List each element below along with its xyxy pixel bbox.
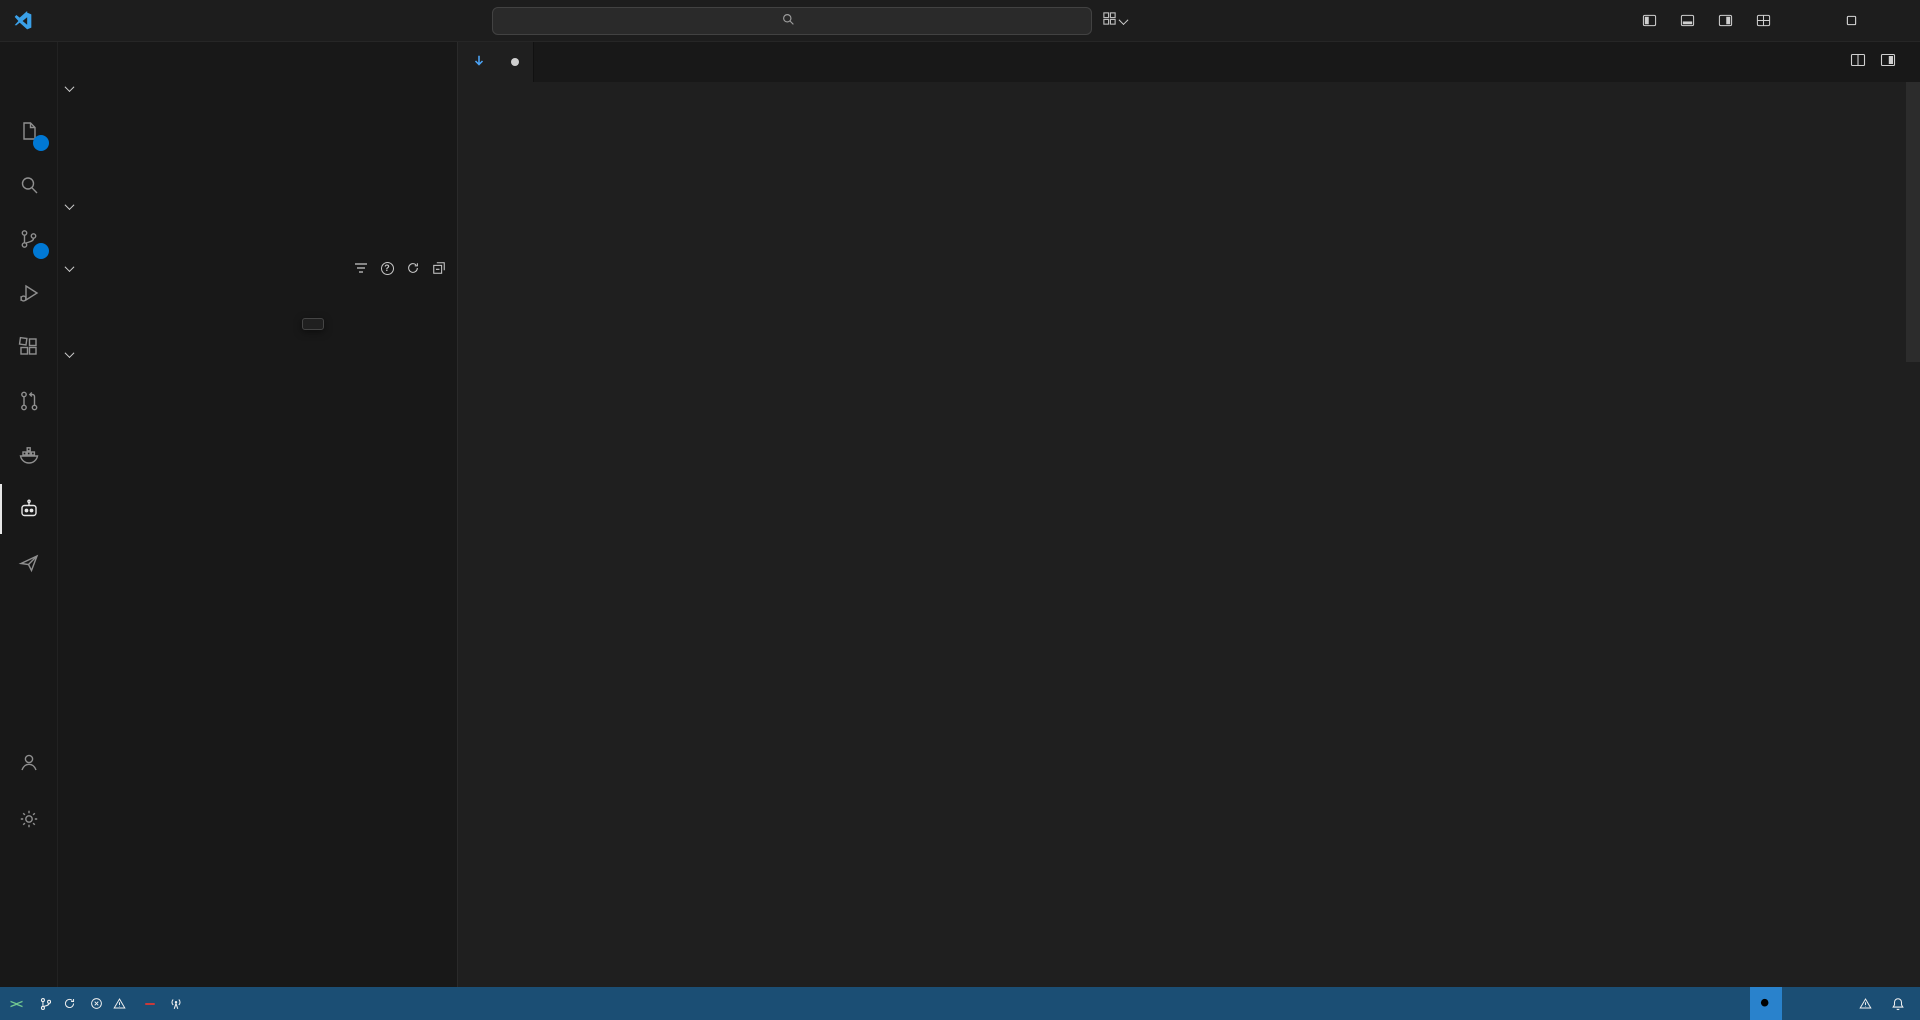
activity-extensions-icon[interactable]: [0, 322, 58, 372]
tab-untitled-1[interactable]: [458, 42, 534, 82]
workbench: ?: [0, 42, 1920, 987]
vscode-window: ?: [0, 0, 1920, 1020]
notifications-bell-icon[interactable]: [1884, 987, 1912, 1020]
warning-icon: [1859, 997, 1872, 1010]
language-mode[interactable]: [1838, 987, 1852, 1020]
vscode-logo-icon[interactable]: [10, 8, 36, 34]
filter-icon[interactable]: [351, 258, 371, 278]
profile-switcher[interactable]: [1102, 11, 1127, 31]
maximize-button[interactable]: [1828, 0, 1874, 41]
tab-bar: [458, 42, 1920, 82]
overview-ruler: [1906, 82, 1920, 987]
editor-body: [458, 82, 1920, 987]
search-icon: [782, 13, 795, 29]
status-bar: ><: [0, 987, 1920, 1020]
remote-indicator[interactable]: ><: [0, 997, 32, 1011]
back-arrow-icon[interactable]: [68, 19, 88, 23]
section-components[interactable]: [58, 76, 457, 100]
problems-badge-item[interactable]: [138, 987, 162, 1020]
problems-badge: [145, 1003, 155, 1005]
forward-arrow-icon[interactable]: [90, 19, 110, 23]
eol-sequence[interactable]: [1824, 987, 1838, 1020]
sync-icon: [63, 997, 76, 1010]
warning-icon: [113, 997, 126, 1010]
explorer-badge: [33, 135, 49, 151]
modified-dot-icon[interactable]: [511, 58, 519, 66]
editor-content[interactable]: [458, 84, 1850, 987]
activity-explorer-icon[interactable]: [0, 106, 58, 156]
sidebar-github-local-actions: ?: [58, 42, 458, 987]
cursor-position[interactable]: [1782, 987, 1796, 1020]
help-icon[interactable]: ?: [377, 258, 397, 278]
radio-tower-icon: [169, 997, 183, 1011]
activity-docker-icon[interactable]: [0, 430, 58, 480]
account-icon[interactable]: [0, 737, 58, 787]
collapse-all-icon[interactable]: [429, 258, 449, 278]
editor-group: [458, 42, 1920, 987]
settings-gear-icon[interactable]: [0, 794, 58, 844]
spell-checker-item[interactable]: [1852, 987, 1884, 1020]
chevron-down-icon: [65, 348, 75, 358]
command-center-search[interactable]: [492, 7, 1092, 35]
activity-run-debug-icon[interactable]: [0, 268, 58, 318]
activity-github-local-actions-icon[interactable]: [0, 484, 58, 534]
close-window-button[interactable]: [1874, 0, 1920, 41]
problems-item[interactable]: [83, 987, 138, 1020]
chevron-down-icon: [65, 82, 75, 92]
titlebar-right: [1630, 0, 1920, 41]
editor-actions: [1850, 42, 1910, 82]
menubar-more-button[interactable]: [46, 17, 66, 25]
activity-pull-requests-icon[interactable]: [0, 376, 58, 426]
section-history[interactable]: ?: [58, 256, 457, 280]
activity-deploy-icon[interactable]: [0, 538, 58, 588]
scrollbar[interactable]: [1906, 82, 1920, 362]
activity-bar: [0, 42, 58, 987]
log-file-icon: [472, 54, 486, 71]
section-workflows[interactable]: [58, 194, 457, 218]
section-settings[interactable]: [58, 342, 457, 366]
chevron-down-icon: [65, 262, 75, 272]
search-icon: [1759, 997, 1773, 1011]
view-output-tooltip: [302, 318, 324, 330]
toggle-layout-icon[interactable]: [1880, 52, 1896, 73]
customize-layout-icon[interactable]: [1744, 0, 1782, 41]
titlebar-left: [0, 8, 110, 34]
toggle-panel-icon[interactable]: [1668, 0, 1706, 41]
search-status-chip[interactable]: [1750, 987, 1782, 1020]
activity-search-icon[interactable]: [0, 160, 58, 210]
ports-item[interactable]: [162, 987, 195, 1020]
activity-source-control-icon[interactable]: [0, 214, 58, 264]
chevron-down-icon: [65, 200, 75, 210]
indentation[interactable]: [1796, 987, 1810, 1020]
toggle-secondary-sidebar-icon[interactable]: [1706, 0, 1744, 41]
error-icon: [90, 997, 103, 1010]
chevron-down-icon: [1119, 15, 1129, 25]
scm-badge: [33, 243, 49, 259]
titlebar: [0, 0, 1920, 42]
minimize-button[interactable]: [1782, 0, 1828, 41]
branch-item[interactable]: [32, 987, 83, 1020]
split-editor-icon[interactable]: [1850, 52, 1866, 73]
toggle-sidebar-icon[interactable]: [1630, 0, 1668, 41]
grid-icon: [1102, 11, 1117, 31]
encoding[interactable]: [1810, 987, 1824, 1020]
command-center: [492, 7, 1127, 35]
refresh-icon[interactable]: [403, 258, 423, 278]
minimap[interactable]: [1856, 84, 1904, 987]
